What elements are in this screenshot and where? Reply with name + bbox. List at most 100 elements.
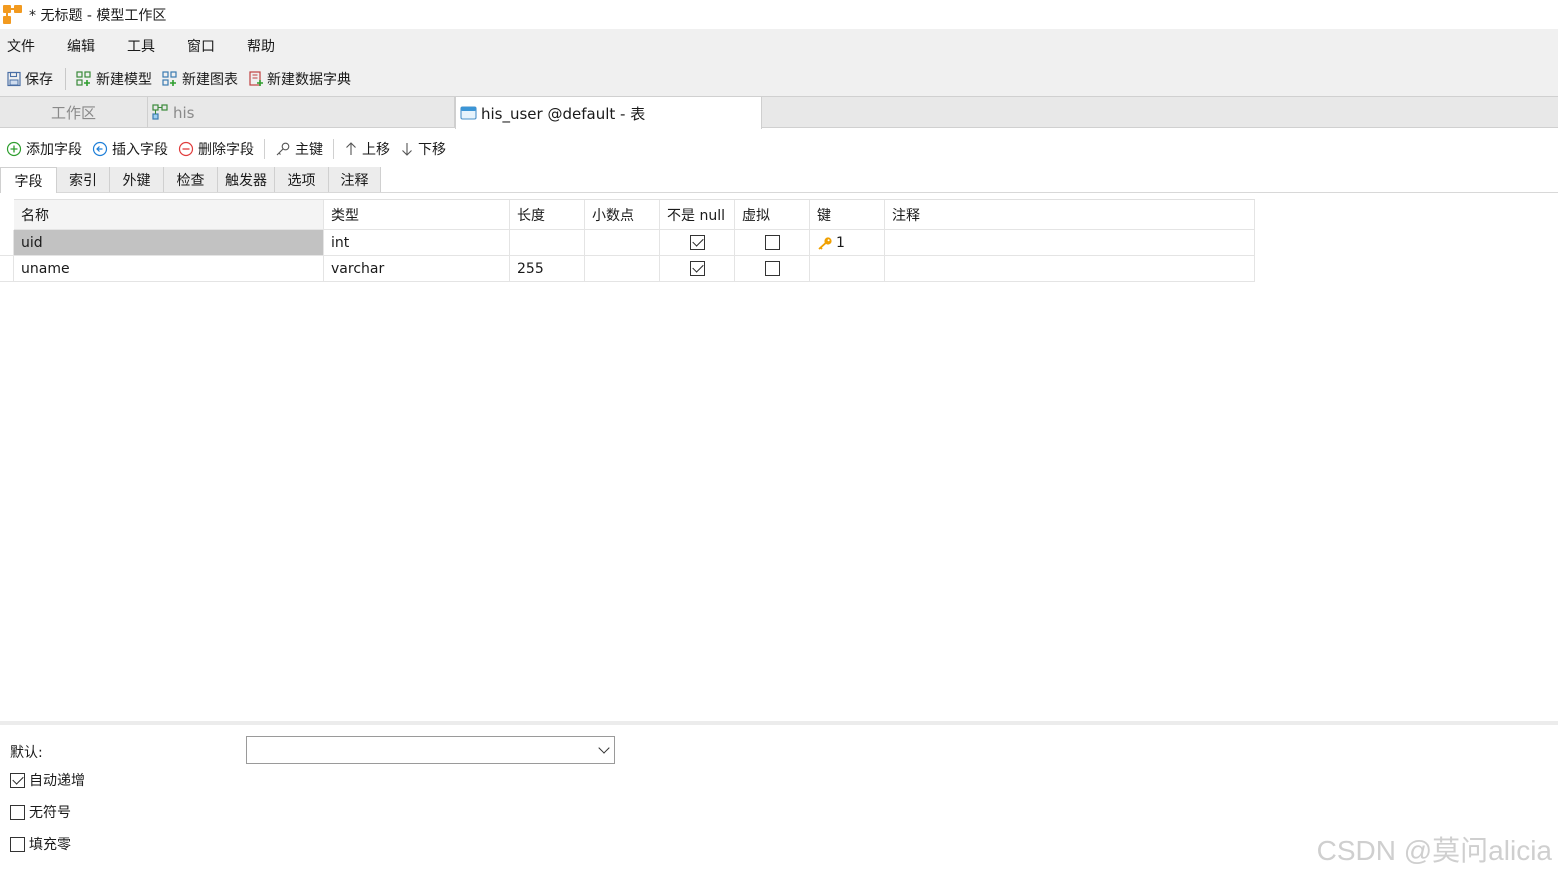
primary-key-label: 主键 [295,142,323,158]
insert-field-label: 插入字段 [112,142,168,158]
watermark: CSDN @莫问alicia [1316,835,1552,866]
auto-increment-checkbox[interactable] [10,772,25,788]
column-header-decimals[interactable]: 小数点 [585,200,660,229]
tab-foreign-keys-label: 外键 [122,172,151,189]
tab-checks-label: 检查 [176,172,205,189]
primary-key-button[interactable]: 主键 [275,139,323,159]
move-down-label: 下移 [418,142,446,158]
menu-window[interactable]: 窗口 [187,36,215,56]
cell-name[interactable]: uid [14,230,324,255]
toolbar-divider [333,139,334,159]
menu-tools[interactable]: 工具 [127,36,155,56]
cell-virtual [735,256,810,281]
delete-circle-icon [178,141,194,157]
delete-field-label: 删除字段 [198,142,254,158]
toolbar-divider [264,139,265,159]
toolbar-divider [65,68,66,90]
cell-virtual [735,230,810,255]
tab-workspace-label: 工作区 [50,104,96,122]
tab-workspace[interactable]: 工作区 [0,97,148,128]
main-toolbar: 保存 新建模型 新建图表 新建数据字典 [0,62,1558,96]
column-header-type[interactable]: 类型 [324,200,510,229]
new-diagram-button[interactable]: 新建图表 [162,69,238,89]
panel-splitter[interactable] [0,721,1558,725]
new-dictionary-label: 新建数据字典 [267,72,351,88]
tab-foreign-keys[interactable]: 外键 [110,167,164,192]
zerofill-label: 填充零 [29,837,71,853]
insert-circle-icon [92,141,108,157]
auto-increment-label: 自动递增 [29,773,85,789]
tab-his[interactable]: his [148,97,455,128]
virtual-checkbox[interactable] [764,235,780,250]
tab-triggers[interactable]: 触发器 [218,167,275,192]
column-header-key[interactable]: 键 [810,200,885,229]
table-row[interactable]: uname varchar 255 [14,256,1255,282]
auto-increment-option[interactable]: 自动递增 [10,770,85,790]
cell-length[interactable] [510,230,585,255]
new-diagram-icon [162,71,177,86]
window-title: * 无标题 - 模型工作区 [29,7,167,24]
add-field-label: 添加字段 [26,142,82,158]
default-label: 默认: [10,745,43,761]
cell-name[interactable]: uname [14,256,324,281]
not-null-checkbox[interactable] [689,261,705,276]
move-up-button[interactable]: 上移 [344,139,390,159]
delete-field-button[interactable]: 删除字段 [178,139,254,159]
column-header-virtual[interactable]: 虚拟 [735,200,810,229]
tab-his-user-table[interactable]: his_user @default - 表 [455,97,762,129]
tab-checks[interactable]: 检查 [164,167,218,192]
cell-key[interactable] [810,256,885,281]
arrow-down-icon [402,143,412,156]
cell-type[interactable]: int [324,230,510,255]
chevron-down-icon [598,742,610,754]
key-outline-icon [276,142,290,156]
new-dictionary-icon [249,71,263,86]
cell-decimals[interactable] [585,230,660,255]
move-up-label: 上移 [362,142,390,158]
cell-key[interactable]: 1 [810,230,885,255]
insert-field-button[interactable]: 插入字段 [92,139,168,159]
cell-length[interactable]: 255 [510,256,585,281]
virtual-checkbox[interactable] [764,261,780,276]
menu-file[interactable]: 文件 [7,36,35,56]
default-value-select[interactable] [246,736,615,764]
document-tab-bar: 工作区 his his_user @default - 表 [0,96,1558,129]
column-header-not-null[interactable]: 不是 null [660,200,735,229]
move-down-button[interactable]: 下移 [400,139,446,159]
cell-type[interactable]: varchar [324,256,510,281]
unsigned-option[interactable]: 无符号 [10,802,71,822]
unsigned-label: 无符号 [29,805,71,821]
tab-indexes[interactable]: 索引 [57,167,110,192]
tab-fields[interactable]: 字段 [0,167,57,193]
unsigned-checkbox[interactable] [10,804,25,820]
zerofill-option[interactable]: 填充零 [10,834,71,854]
app-logo-icon [3,4,23,25]
column-header-comment[interactable]: 注释 [885,200,1255,229]
zerofill-checkbox[interactable] [10,836,25,852]
add-field-button[interactable]: 添加字段 [6,139,82,159]
table-row[interactable]: uid int 1 [14,230,1255,256]
new-model-icon [76,71,91,86]
not-null-checkbox[interactable] [689,235,705,250]
save-button[interactable]: 保存 [6,69,53,89]
cell-comment[interactable] [885,230,1255,255]
cell-decimals[interactable] [585,256,660,281]
new-dictionary-button[interactable]: 新建数据字典 [248,69,351,89]
new-model-button[interactable]: 新建模型 [76,69,152,89]
save-icon [7,71,21,87]
key-order: 1 [836,234,845,251]
fields-grid: 名称 类型 长度 小数点 不是 null 虚拟 键 注释 uid int 1 u [14,199,1255,282]
column-header-name[interactable]: 名称 [14,200,324,229]
tab-comment-label: 注释 [340,172,369,189]
tab-triggers-label: 触发器 [225,172,267,189]
primary-key-icon [818,236,832,250]
column-header-length[interactable]: 长度 [510,200,585,229]
tab-comment[interactable]: 注释 [329,167,381,192]
new-diagram-label: 新建图表 [182,72,238,88]
row-header[interactable] [0,256,14,282]
menu-help[interactable]: 帮助 [247,36,275,56]
tab-options[interactable]: 选项 [275,167,329,192]
row-header[interactable] [0,230,14,256]
menu-edit[interactable]: 编辑 [67,36,95,56]
cell-comment[interactable] [885,256,1255,281]
